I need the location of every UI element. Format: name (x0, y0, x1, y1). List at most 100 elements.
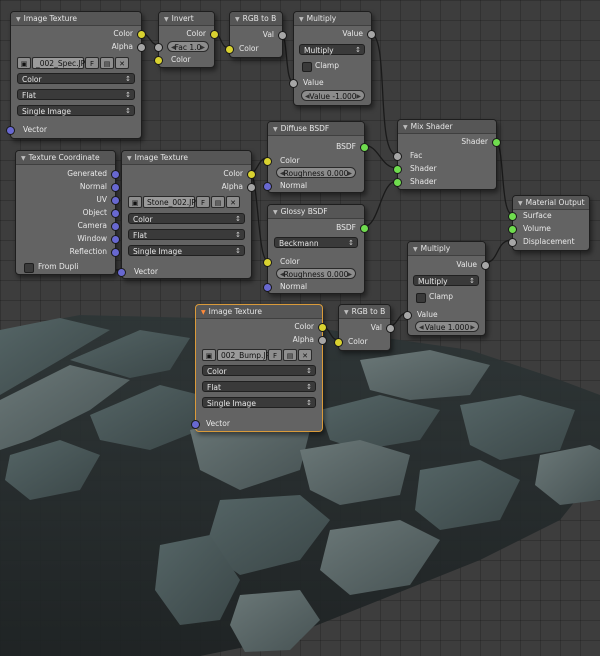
node-header[interactable]: ▼ Image Texture (122, 151, 251, 165)
fac-field[interactable]: ◀ Fac 1.0 ▶ (167, 41, 209, 52)
collapse-triangle-icon[interactable]: ▼ (518, 200, 523, 207)
collapse-triangle-icon[interactable]: ▼ (299, 16, 304, 23)
output-shader-socket[interactable] (492, 138, 501, 147)
node-header[interactable]: ▼ Diffuse BSDF (268, 122, 364, 136)
collapse-triangle-icon[interactable]: ▼ (273, 126, 278, 133)
open-folder-icon[interactable]: ▤ (100, 57, 114, 69)
distribution-dropdown[interactable]: Beckmann (274, 237, 358, 249)
node-image-texture-spec[interactable]: ▼ Image Texture Color Alpha ▣ _002_Spec.J… (6, 11, 146, 139)
node-header[interactable]: ▼ RGB to B (230, 12, 282, 26)
collapse-triangle-icon[interactable]: ▼ (235, 16, 240, 23)
input-color-socket[interactable] (334, 338, 343, 347)
collapse-triangle-icon[interactable]: ▼ (21, 155, 26, 162)
input-value-socket[interactable] (403, 311, 412, 320)
color-mode-dropdown[interactable]: Color (17, 73, 135, 85)
node-mix-shader[interactable]: ▼ Mix Shader Shader Fac Shader Shader (393, 119, 501, 190)
output-bsdf-socket[interactable] (360, 224, 369, 233)
output-color-socket[interactable] (137, 30, 146, 39)
node-header[interactable]: ▼ Mix Shader (398, 120, 496, 134)
output-color-socket[interactable] (247, 170, 256, 179)
image-selector[interactable]: ▣ 002_Bump.JPG F ▤ ✕ (202, 349, 312, 361)
node-invert[interactable]: ▼ Invert Color ◀ Fac 1.0 ▶ Color (154, 11, 219, 68)
output-value-socket[interactable] (481, 261, 490, 270)
input-shader-1-socket[interactable] (393, 165, 402, 174)
input-color-socket[interactable] (154, 56, 163, 65)
fake-user-button[interactable]: F (85, 57, 99, 69)
value-field[interactable]: ◀ Value 1.000 ▶ (415, 321, 479, 332)
input-vector-socket[interactable] (117, 268, 126, 277)
node-rgb-to-bw-bottom[interactable]: ▼ RGB to B Val Color (334, 304, 395, 351)
output-value-socket[interactable] (367, 30, 376, 39)
output-val-socket[interactable] (278, 31, 287, 40)
output-reflection-socket[interactable] (111, 248, 120, 257)
open-folder-icon[interactable]: ▤ (283, 349, 297, 361)
output-bsdf-socket[interactable] (360, 143, 369, 152)
node-header[interactable]: ▼ Image Texture (11, 12, 141, 26)
unlink-x-icon[interactable]: ✕ (226, 196, 240, 208)
arrow-right-icon[interactable]: ▶ (200, 42, 205, 53)
image-selector[interactable]: ▣ _002_Spec.JPG F ▤ ✕ (17, 57, 129, 69)
fake-user-button[interactable]: F (196, 196, 210, 208)
input-value-socket[interactable] (289, 79, 298, 88)
projection-dropdown[interactable]: Flat (202, 381, 316, 393)
unlink-x-icon[interactable]: ✕ (115, 57, 129, 69)
image-selector[interactable]: ▣ Stone_002.JPG F ▤ ✕ (128, 196, 240, 208)
value-field[interactable]: ◀ Value -1.000 ▶ (301, 90, 365, 101)
source-dropdown[interactable]: Single Image (202, 397, 316, 409)
arrow-left-icon[interactable]: ◀ (280, 168, 285, 179)
collapse-triangle-icon[interactable]: ▼ (16, 16, 21, 23)
collapse-triangle-icon[interactable]: ▼ (273, 209, 278, 216)
color-mode-dropdown[interactable]: Color (202, 365, 316, 377)
input-volume-socket[interactable] (508, 225, 517, 234)
output-camera-socket[interactable] (111, 222, 120, 231)
node-multiply-top[interactable]: ▼Multiply Value Multiply Clamp Value ◀Va… (289, 11, 376, 106)
output-color-socket[interactable] (210, 30, 219, 39)
input-surface-socket[interactable] (508, 212, 517, 221)
node-header[interactable]: ▼ Texture Coordinate (16, 151, 115, 165)
projection-dropdown[interactable]: Flat (128, 229, 245, 241)
arrow-right-icon[interactable]: ▶ (356, 91, 361, 102)
input-color-socket[interactable] (263, 157, 272, 166)
output-normal-socket[interactable] (111, 183, 120, 192)
node-material-output[interactable]: ▼ Material Output Surface Volume Displace… (508, 195, 590, 251)
node-glossy-bsdf[interactable]: ▼Glossy BSDF BSDF Beckmann Color ◀Roughn… (263, 204, 369, 294)
image-browse-icon[interactable]: ▣ (17, 57, 31, 69)
node-header[interactable]: ▼ Multiply (294, 12, 371, 26)
image-name-field[interactable]: 002_Bump.JPG (217, 349, 276, 361)
collapse-triangle-icon[interactable]: ▼ (127, 155, 132, 162)
node-diffuse-bsdf[interactable]: ▼ Diffuse BSDF BSDF Color ◀ Roughness 0.00… (263, 121, 369, 193)
unlink-x-icon[interactable]: ✕ (298, 349, 312, 361)
output-alpha-socket[interactable] (137, 43, 146, 52)
output-alpha-socket[interactable] (318, 336, 327, 345)
arrow-right-icon[interactable]: ▶ (347, 168, 352, 179)
operation-dropdown[interactable]: Multiply (413, 275, 479, 287)
arrow-right-icon[interactable]: ▶ (347, 269, 352, 280)
node-header[interactable]: ▼ Multiply (408, 242, 485, 256)
projection-dropdown[interactable]: Flat (17, 89, 135, 101)
output-uv-socket[interactable] (111, 196, 120, 205)
node-header[interactable]: ▼ RGB to B (339, 305, 390, 319)
node-texture-coordinate[interactable]: ▼ Texture Coordinate Generated Normal UV … (15, 150, 120, 275)
node-image-texture-bump[interactable]: ▼ Image Texture Color Alpha ▣ 002_Bump.JP… (191, 304, 327, 432)
node-rgb-to-bw-top[interactable]: ▼ RGB to B Val Color (225, 11, 287, 58)
collapse-triangle-icon[interactable]: ▼ (344, 309, 349, 316)
node-header[interactable]: ▼ Material Output (513, 196, 589, 210)
arrow-left-icon[interactable]: ◀ (171, 42, 176, 53)
output-alpha-socket[interactable] (247, 183, 256, 192)
arrow-right-icon[interactable]: ▶ (470, 322, 475, 333)
input-shader-2-socket[interactable] (393, 178, 402, 187)
arrow-left-icon[interactable]: ◀ (419, 322, 424, 333)
collapse-triangle-icon[interactable]: ▼ (164, 16, 169, 23)
clamp-checkbox[interactable] (302, 62, 312, 72)
input-vector-socket[interactable] (191, 420, 200, 429)
arrow-left-icon[interactable]: ◀ (280, 269, 285, 280)
input-displacement-socket[interactable] (508, 238, 517, 247)
input-fac-socket[interactable] (393, 152, 402, 161)
fake-user-button[interactable]: F (268, 349, 282, 361)
color-mode-dropdown[interactable]: Color (128, 213, 245, 225)
image-browse-icon[interactable]: ▣ (128, 196, 142, 208)
output-val-socket[interactable] (386, 324, 395, 333)
node-header[interactable]: ▼ Glossy BSDF (268, 205, 364, 219)
roughness-field[interactable]: ◀ Roughness 0.000 ▶ (276, 268, 356, 279)
output-color-socket[interactable] (318, 323, 327, 332)
